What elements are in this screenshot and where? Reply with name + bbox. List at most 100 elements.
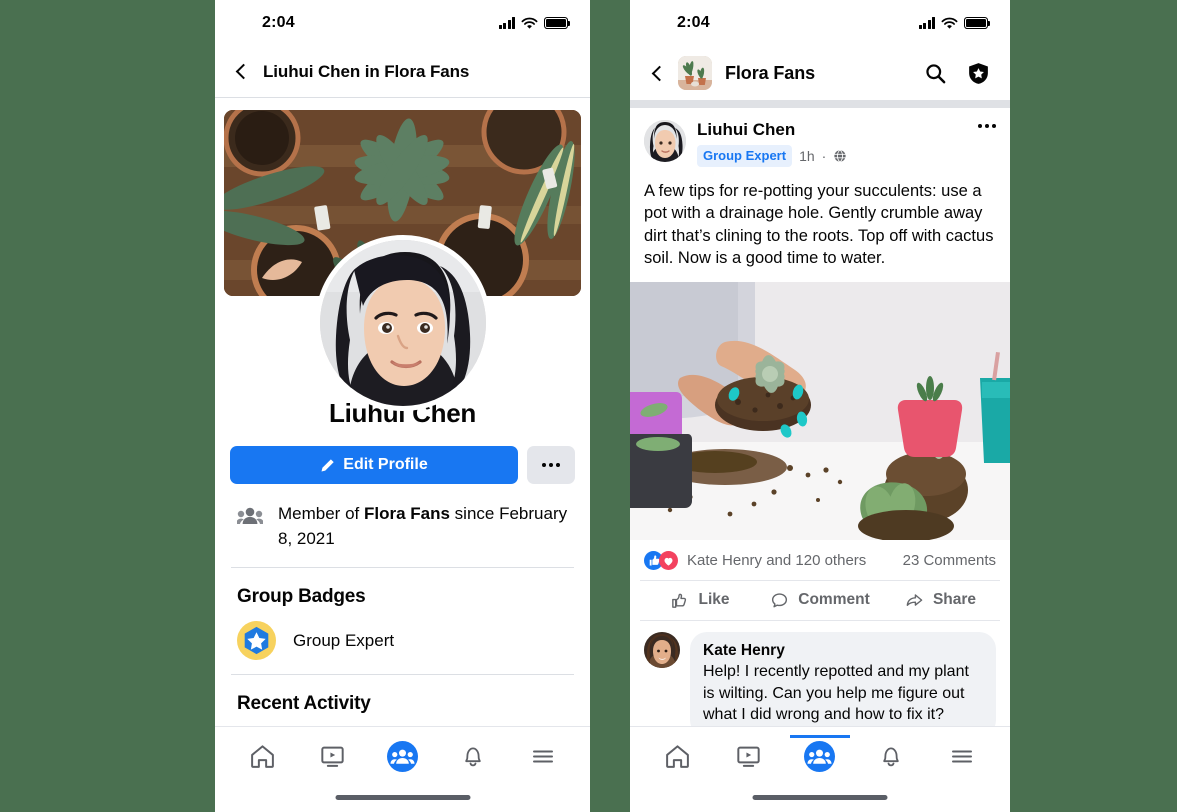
back-chevron-icon[interactable] (235, 63, 252, 80)
membership-text: Member of Flora Fans since February 8, 2… (278, 502, 572, 551)
group-badges-title: Group Badges (237, 586, 366, 608)
group-title: Flora Fans (725, 62, 816, 83)
search-icon (925, 63, 945, 83)
group-members-icon (237, 507, 263, 524)
globe-public-icon (833, 149, 847, 163)
group-expert-badge-icon (237, 621, 276, 661)
thumbs-up-outline-icon (672, 593, 687, 608)
bottom-tab-bar-left (215, 726, 590, 812)
tab-list (215, 727, 590, 785)
tab-groups[interactable] (379, 736, 425, 776)
hamburger-menu-icon (532, 750, 553, 763)
tab-menu[interactable] (520, 736, 566, 776)
bell-icon (464, 747, 481, 767)
wifi-icon (941, 17, 958, 29)
comment-bubble: Kate Henry Help! I recently repotted and… (690, 631, 996, 737)
status-badge: Group Expert (697, 145, 793, 167)
post-card: Liuhui Chen Group Expert 1h · A few tips… (630, 108, 1010, 812)
screenshot-stage: 2:04 Liuhui Chen in Flora Fans Liuhui Ch… (0, 0, 1177, 812)
post-timestamp: 1h (799, 148, 815, 165)
comment-label: Comment (798, 591, 870, 609)
reactions-summary-row: Kate Henry and 120 others 23 Comments (630, 540, 1010, 580)
video-play-icon (321, 746, 344, 767)
battery-full-icon (544, 17, 571, 29)
group-shield-button[interactable] (963, 58, 993, 88)
left-phone-screen: 2:04 Liuhui Chen in Flora Fans Liuhui Ch… (215, 0, 590, 812)
status-time: 2:04 (677, 14, 710, 31)
post-body-text: A few tips for re-potting your succulent… (644, 181, 994, 268)
love-reaction-icon (659, 550, 678, 570)
cellular-signal-icon (498, 17, 515, 29)
tab-watch[interactable] (726, 736, 772, 776)
comment-bubble-icon (772, 593, 788, 608)
post-author-name[interactable]: Liuhui Chen (697, 120, 967, 140)
status-icons (498, 17, 571, 30)
back-chevron-icon[interactable] (651, 65, 668, 81)
membership-group-name[interactable]: Flora Fans (364, 504, 450, 523)
membership-prefix: Member of (278, 504, 364, 523)
video-play-icon (737, 746, 760, 767)
post-header: Liuhui Chen Group Expert 1h · (630, 108, 1010, 167)
post-action-bar: Like Comment Share (640, 579, 1000, 621)
badge-label: Group Expert (293, 630, 395, 650)
tab-notifications[interactable] (868, 736, 914, 776)
more-horizontal-icon (978, 124, 996, 128)
comment-button[interactable]: Comment (760, 581, 880, 620)
like-label: Like (698, 591, 730, 609)
section-separator (630, 100, 1010, 108)
comment-author-avatar[interactable] (644, 631, 680, 668)
page-title: Liuhui Chen in Flora Fans (263, 61, 470, 81)
meta-separator: · (821, 148, 827, 165)
search-button[interactable] (920, 58, 950, 88)
edit-profile-label: Edit Profile (343, 456, 428, 473)
tab-groups[interactable] (789, 735, 850, 776)
status-bar-right: 2:04 (630, 0, 1010, 46)
tab-watch[interactable] (309, 736, 355, 776)
active-tab-indicator (789, 735, 850, 738)
home-indicator (335, 795, 470, 800)
membership-row: Member of Flora Fans since February 8, 2… (215, 484, 590, 567)
profile-more-button[interactable] (527, 446, 575, 484)
tab-menu[interactable] (939, 736, 985, 776)
tab-home[interactable] (655, 736, 701, 776)
comment-text: Help! I recently repotted and my plant i… (703, 663, 969, 724)
wifi-icon (521, 17, 538, 29)
share-button[interactable]: Share (880, 581, 1000, 620)
tab-list (630, 727, 1010, 785)
edit-profile-button[interactable]: Edit Profile (230, 446, 518, 484)
cellular-signal-icon (918, 17, 935, 29)
comment-author-name[interactable]: Kate Henry (703, 641, 983, 660)
share-label: Share (932, 591, 977, 609)
hamburger-menu-icon (952, 750, 973, 763)
like-button[interactable]: Like (640, 581, 760, 620)
battery-full-icon (964, 17, 991, 29)
recent-activity-title: Recent Activity (237, 693, 371, 715)
tab-home[interactable] (239, 736, 285, 776)
comment-count-label[interactable]: 23 Comments (903, 552, 996, 569)
status-bar-left: 2:04 (215, 0, 590, 46)
home-icon (250, 744, 274, 768)
status-icons (918, 17, 991, 30)
profile-actions: Edit Profile (215, 429, 590, 484)
more-horizontal-icon (542, 463, 560, 467)
profile-cover-area (215, 110, 590, 411)
pencil-icon (321, 458, 334, 471)
post-menu-button[interactable] (978, 120, 996, 128)
groups-icon (804, 740, 836, 772)
post-author-avatar[interactable] (644, 120, 686, 162)
post-meta: Group Expert 1h · (697, 145, 967, 167)
group-nav-header: Flora Fans (630, 46, 1010, 100)
group-thumbnail[interactable] (678, 56, 712, 90)
groups-icon (386, 740, 418, 772)
avatar[interactable] (314, 235, 491, 411)
profile-nav-header: Liuhui Chen in Flora Fans (215, 46, 590, 98)
home-icon (666, 744, 689, 768)
shield-star-icon (968, 62, 988, 84)
right-phone-screen: 2:04 Flora Fans Liuhui Chen Group Expert… (630, 0, 1010, 812)
tab-notifications[interactable] (450, 736, 496, 776)
bell-icon (883, 747, 899, 767)
badge-item-group-expert[interactable]: Group Expert (215, 608, 590, 674)
post-photo[interactable] (630, 281, 1010, 540)
reaction-summary-text[interactable]: Kate Henry and 120 others (687, 552, 866, 569)
share-arrow-icon (906, 593, 923, 606)
